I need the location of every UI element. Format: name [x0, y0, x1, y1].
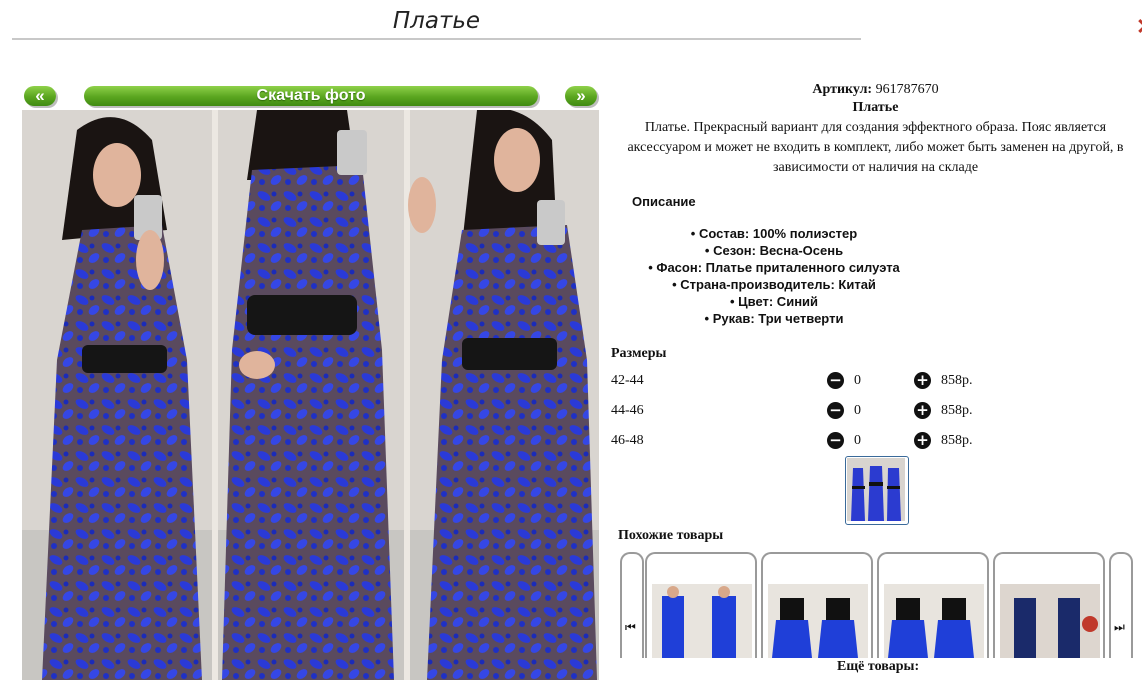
- similar-item[interactable]: [761, 552, 873, 658]
- spec-item: Страна-производитель: Китай: [609, 276, 939, 293]
- size-price: 858р.: [941, 433, 973, 448]
- prev-photo-button[interactable]: «: [24, 86, 56, 106]
- similar-item-image: [1000, 584, 1100, 658]
- size-qty: 0: [854, 373, 861, 388]
- spec-item: Рукав: Три четверти: [609, 310, 939, 327]
- size-price: 858р.: [941, 403, 973, 418]
- product-info: Артикул: 961787670 Платье Платье. Прекра…: [609, 80, 1142, 178]
- minus-icon[interactable]: −: [827, 402, 844, 419]
- spec-item: Состав: 100% полиэстер: [609, 225, 939, 242]
- close-icon[interactable]: ✕: [1136, 14, 1142, 40]
- size-price: 858р.: [941, 373, 973, 388]
- similar-heading: Похожие товары: [618, 528, 724, 543]
- photo-thumbnail[interactable]: [845, 456, 909, 525]
- size-label: 42-44: [611, 373, 644, 388]
- carousel-prev-button[interactable]: ⏮: [620, 552, 644, 658]
- similar-item-image: [884, 584, 984, 658]
- size-label: 44-46: [611, 403, 644, 418]
- specs-list: Состав: 100% полиэстер Сезон: Весна-Осен…: [609, 225, 939, 327]
- size-row: 46-48 − 0 + 858р.: [611, 432, 1031, 452]
- article-value: 961787670: [875, 82, 939, 97]
- similar-item[interactable]: [877, 552, 989, 658]
- minus-icon[interactable]: −: [827, 372, 844, 389]
- similar-item-image: [768, 584, 868, 658]
- spec-item: Фасон: Платье приталенного силуэта: [609, 259, 939, 276]
- product-name: Платье: [852, 100, 899, 115]
- size-row: 44-46 − 0 + 858р.: [611, 402, 1031, 422]
- size-row: 42-44 − 0 + 858р.: [611, 372, 1031, 392]
- more-products-label: Ещё товары:: [837, 659, 920, 674]
- similar-carousel: ⏮ ⏭: [620, 552, 1133, 658]
- minus-icon[interactable]: −: [827, 432, 844, 449]
- similar-item-image: [652, 584, 752, 658]
- skip-back-icon: ⏮: [625, 620, 636, 634]
- article-line: Артикул: 961787670: [609, 82, 1142, 98]
- specs-heading: Описание: [632, 194, 696, 209]
- similar-item[interactable]: [993, 552, 1105, 658]
- product-description: Платье. Прекрасный вариант для создания …: [627, 120, 1124, 175]
- size-label: 46-48: [611, 433, 644, 448]
- size-qty: 0: [854, 433, 861, 448]
- skip-forward-icon: ⏭: [1114, 620, 1125, 634]
- sizes-heading: Размеры: [611, 346, 667, 361]
- plus-icon[interactable]: +: [914, 432, 931, 449]
- page-title: Платье: [392, 8, 481, 34]
- spec-item: Сезон: Весна-Осень: [609, 242, 939, 259]
- similar-item[interactable]: [645, 552, 757, 658]
- plus-icon[interactable]: +: [914, 402, 931, 419]
- article-label: Артикул:: [812, 82, 873, 97]
- plus-icon[interactable]: +: [914, 372, 931, 389]
- download-photo-button[interactable]: Скачать фото: [84, 86, 538, 106]
- spec-item: Цвет: Синий: [609, 293, 939, 310]
- product-photo: [22, 110, 599, 680]
- size-qty: 0: [854, 403, 861, 418]
- next-photo-button[interactable]: »: [565, 86, 597, 106]
- carousel-next-button[interactable]: ⏭: [1109, 552, 1133, 658]
- title-divider: [12, 38, 861, 40]
